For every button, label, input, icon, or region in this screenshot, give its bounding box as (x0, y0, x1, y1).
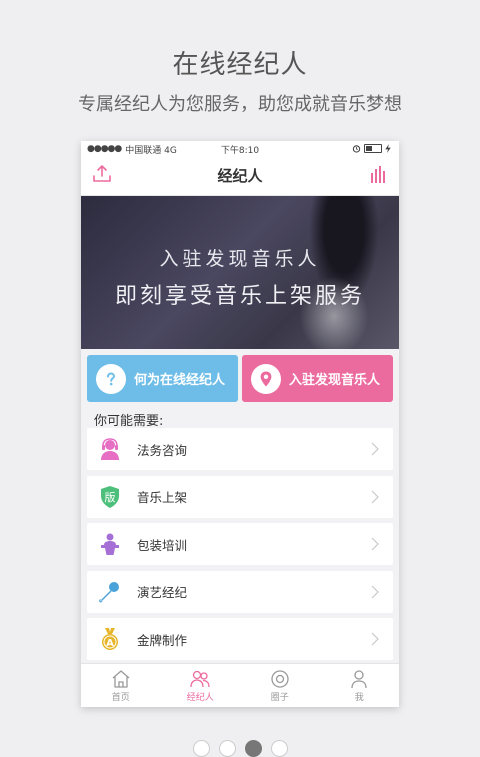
tab-me[interactable]: 我 (320, 664, 400, 707)
chevron-right-icon (371, 442, 379, 456)
tab-circle[interactable]: 圈子 (240, 664, 320, 707)
gold-medal-text: A (106, 638, 114, 649)
list-item-performance[interactable]: 演艺经纪 (87, 570, 393, 613)
tab-bar: 首页 经纪人 圈子 我 (81, 663, 399, 707)
headset-person-icon (97, 436, 123, 462)
charging-icon (385, 144, 391, 153)
tab-label: 首页 (111, 692, 130, 703)
chevron-right-icon (371, 585, 379, 598)
banner-line-1: 入驻发现音乐人 (159, 248, 321, 270)
page-dot[interactable] (192, 740, 210, 757)
hero-banner[interactable]: 入驻发现音乐人 即刻享受音乐上架服务 (81, 196, 399, 349)
page-dot[interactable] (218, 740, 236, 757)
page-title: 经纪人 (217, 167, 263, 185)
battery-icon (364, 144, 382, 153)
list-item-label: 法务咨询 (137, 442, 188, 458)
tab-home[interactable]: 首页 (81, 664, 161, 707)
join-musician-button[interactable]: 入驻发现音乐人 (242, 355, 393, 402)
equalizer-icon[interactable] (369, 164, 389, 184)
list-item-label: 包装培训 (137, 537, 188, 553)
people-icon (190, 670, 210, 687)
section-label: 你可能需要: (94, 414, 164, 429)
shield-badge-text: 版 (105, 490, 116, 504)
promo-title: 在线经纪人 (172, 50, 308, 80)
chevron-right-icon (371, 537, 379, 551)
speaker-podium-icon (97, 531, 123, 557)
location-pin-icon (251, 363, 281, 394)
page-dot-active[interactable] (244, 740, 262, 757)
banner-line-2: 即刻享受音乐上架服务 (114, 284, 365, 309)
tab-agent[interactable]: 经纪人 (161, 664, 241, 707)
tab-label: 经纪人 (186, 692, 214, 703)
status-bar: ●●●●● 中国联通 4G 下午8:10 (81, 141, 399, 157)
shield-badge-icon: 版 (97, 484, 123, 510)
page-dot[interactable] (270, 740, 288, 757)
list-item-gold-production[interactable]: A 金牌制作 (87, 618, 393, 660)
question-icon (96, 363, 126, 394)
chevron-right-icon (371, 632, 379, 646)
user-icon (351, 669, 367, 688)
list-item-legal[interactable]: 法务咨询 (87, 428, 393, 470)
nav-bar: 经纪人 (81, 157, 399, 196)
tab-label: 圈子 (270, 692, 289, 703)
gold-medal-icon: A (97, 626, 123, 652)
status-right (352, 144, 391, 153)
chevron-right-icon (371, 490, 379, 503)
join-musician-label: 入驻发现音乐人 (289, 373, 381, 388)
list-item-training[interactable]: 包装培训 (87, 523, 393, 565)
tab-label: 我 (354, 692, 364, 703)
what-is-agent-button[interactable]: 何为在线经纪人 (87, 355, 238, 402)
circle-icon (271, 669, 289, 688)
service-list: 法务咨询 版 音乐上架 包装培训 演艺经纪 A 金牌制作 (81, 428, 399, 660)
page-indicator (0, 740, 480, 757)
what-is-agent-label: 何为在线经纪人 (134, 373, 226, 388)
action-buttons: 何为在线经纪人 入驻发现音乐人 (81, 349, 399, 402)
list-item-music-release[interactable]: 版 音乐上架 (87, 475, 393, 518)
phone-screen: ●●●●● 中国联通 4G 下午8:10 经纪人 入驻发现音乐人 即刻享受音乐上… (81, 141, 399, 707)
alarm-icon (352, 145, 361, 153)
list-item-label: 演艺经纪 (137, 585, 188, 600)
promo-subtitle: 专属经纪人为您服务，助您成就音乐梦想 (78, 94, 402, 115)
list-item-label: 金牌制作 (137, 632, 188, 648)
microphone-icon (97, 579, 123, 605)
home-icon (112, 669, 130, 688)
list-item-label: 音乐上架 (137, 490, 188, 505)
